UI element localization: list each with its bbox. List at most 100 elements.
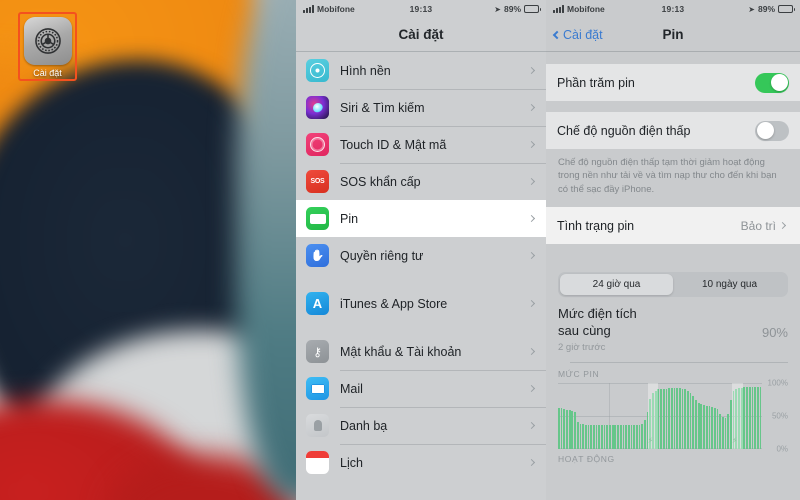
sidebar-item-sos-kh-n-c-p[interactable]: SOS SOS khẩn cấp (296, 163, 546, 200)
chart-bar (587, 424, 590, 449)
chart-bar (743, 387, 746, 449)
sidebar-item-label: Mật khẩu & Tài khoản (340, 344, 462, 359)
battery-health-card: Tình trạng pin Bảo trì (546, 207, 800, 245)
chevron-right-icon (527, 347, 536, 356)
mail-icon (306, 377, 329, 400)
chevron-right-icon (527, 458, 536, 467)
chart-bar (595, 424, 598, 449)
chart-bar (751, 387, 754, 449)
sidebar-item-mail[interactable]: Mail (296, 370, 546, 407)
chart-bar (635, 424, 638, 449)
chart-bar (713, 407, 716, 449)
chart-bar (697, 402, 700, 449)
sos-icon: SOS (306, 170, 329, 193)
chart-bar (558, 407, 560, 449)
chevron-right-icon (527, 384, 536, 393)
chart-bar (678, 387, 681, 449)
chart-bar (611, 424, 614, 449)
chart-bar (571, 411, 574, 449)
battery-health-row[interactable]: Tình trạng pin Bảo trì (546, 207, 800, 244)
chart-bar (746, 387, 748, 449)
battery-icon (524, 5, 541, 13)
low-power-mode-toggle[interactable] (755, 120, 789, 141)
calendar-icon (306, 451, 329, 474)
battery-level-chart[interactable]: 100% 50% 0% ⚡ ⚡ (558, 378, 788, 453)
chevron-right-icon (527, 214, 536, 223)
sidebar-item-label: Touch ID & Mật mã (340, 137, 447, 152)
chart-bar (670, 387, 673, 449)
sidebar-item-label: Danh bạ (340, 418, 388, 433)
settings-list[interactable]: Hình nền Siri & Tìm kiếm Touch ID & Mật mã… (296, 52, 546, 481)
chart-bar (700, 403, 703, 449)
chart-bar (606, 424, 609, 449)
battery-icon (306, 207, 329, 230)
sidebar-item-touch-id-m-t-m[interactable]: Touch ID & Mật mã (296, 126, 546, 163)
chart-bar (617, 424, 619, 449)
status-bar-right: ➤ 89% (432, 4, 541, 14)
sidebar-item-label: Hình nền (340, 63, 391, 78)
sidebar-item-label: iTunes & App Store (340, 296, 448, 311)
chevron-right-icon (527, 299, 536, 308)
battery-icon (778, 5, 795, 13)
battery-percentage-label: Phần trăm pin (557, 75, 635, 90)
chevron-right-icon (527, 177, 536, 186)
chart-bar (676, 387, 679, 449)
chevron-right-icon (527, 140, 536, 149)
chart-bar (592, 424, 595, 449)
sidebar-item-quy-n-ri-ng-t[interactable]: Quyền riêng tư (296, 237, 546, 274)
low-power-mode-label: Chế độ nguồn điện thấp (557, 123, 691, 138)
chart-bar (603, 424, 606, 449)
sidebar-item-label: Lịch (340, 455, 363, 470)
chart-bar (641, 423, 644, 449)
sidebar-item-siri-t-m-ki-m[interactable]: Siri & Tìm kiếm (296, 89, 546, 126)
battery-percentage-toggle[interactable] (755, 72, 789, 93)
battery-percentage-row[interactable]: Phần trăm pin (546, 64, 800, 101)
sidebar-item-label: SOS khẩn cấp (340, 174, 421, 189)
battery-health-value: Bảo trì (740, 218, 776, 233)
chart-bar (662, 388, 665, 449)
chart-bar (668, 387, 670, 449)
touchid-icon (306, 133, 329, 156)
status-bar-left: Mobifone (303, 4, 410, 14)
detail-status-bar: Mobifone 19:13 ➤ 89% (546, 0, 800, 18)
chart-bar (574, 411, 576, 449)
chart-bar (619, 424, 622, 449)
sidebar-item-itunes-app-store[interactable]: iTunes & App Store (296, 285, 546, 322)
home-settings-app-shortcut[interactable]: Cài đặt (18, 12, 77, 81)
chart-bar (563, 409, 566, 449)
sidebar-item-h-nh-n-n[interactable]: Hình nền (296, 52, 546, 89)
status-bar-left: Mobifone (553, 4, 662, 14)
settings-master-panel: Mobifone 19:13 ➤ 89% Cài đặt Hình nền Sir… (296, 0, 546, 500)
sidebar-item-label: Mail (340, 381, 363, 396)
segment-option-1[interactable]: 10 ngày qua (673, 274, 786, 295)
chart-bar (695, 399, 697, 449)
chart-bar (673, 387, 676, 449)
usage-range-segmented-control[interactable]: 24 giờ qua 10 ngày qua (558, 272, 788, 298)
segment-option-0[interactable]: 24 giờ qua (560, 274, 673, 296)
chart-bar (633, 424, 636, 449)
chart-bar (609, 424, 611, 449)
low-power-mode-row[interactable]: Chế độ nguồn điện thấp (546, 112, 800, 149)
app-store-icon (306, 292, 329, 315)
chart-bar (692, 395, 695, 449)
sidebar-item-pin[interactable]: Pin (296, 200, 546, 237)
sidebar-item-m-t-kh-u-t-i-kho-n[interactable]: Mật khẩu & Tài khoản (296, 333, 546, 370)
y-axis-label-0: 0% (776, 444, 788, 454)
passwords-key-icon (306, 340, 329, 363)
ipad-split-view-screenshot: Cài đặt Mobifone 19:13 ➤ 89% Cài đặt Hìn… (0, 0, 800, 500)
sidebar-item-danh-b[interactable]: Danh bạ (296, 407, 546, 444)
chart-bar (644, 419, 646, 449)
sidebar-item-l-ch[interactable]: Lịch (296, 444, 546, 481)
chart-bar (719, 414, 722, 449)
chart-bar (748, 387, 751, 449)
battery-percentage-card: Phần trăm pin (546, 64, 800, 101)
chart-bar (724, 418, 727, 449)
chart-bar (614, 424, 617, 449)
chevron-right-icon (527, 251, 536, 260)
settings-gear-icon[interactable] (23, 17, 72, 65)
chevron-right-icon (778, 222, 787, 230)
back-to-settings-button[interactable]: Cài đặt (552, 28, 603, 42)
y-axis-label-50: 50% (771, 411, 788, 421)
status-bar-clock: 19:13 (409, 4, 433, 14)
